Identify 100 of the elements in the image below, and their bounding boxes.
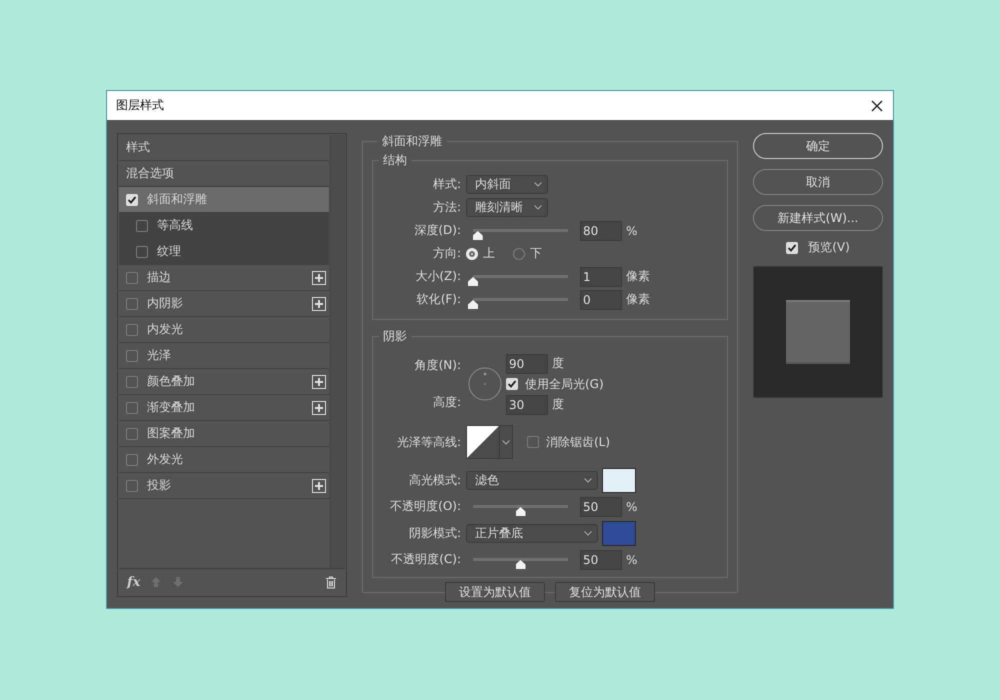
- checkbox[interactable]: [136, 246, 148, 258]
- field-label: 角度(N):: [414, 357, 462, 374]
- unit-label: %: [626, 552, 638, 566]
- effect-label: 内发光: [147, 321, 183, 338]
- add-icon[interactable]: [312, 374, 326, 388]
- ok-button[interactable]: 确定: [753, 133, 883, 159]
- add-icon[interactable]: [312, 270, 326, 284]
- checkbox[interactable]: [126, 350, 138, 362]
- effect-list-item[interactable]: 内阴影: [119, 291, 329, 317]
- field-label: 样式:: [432, 176, 462, 193]
- slider-thumb[interactable]: [468, 300, 478, 309]
- effect-list-item[interactable]: 颜色叠加: [119, 369, 329, 395]
- radio-option[interactable]: 上: [466, 245, 495, 262]
- number-field[interactable]: 50: [580, 550, 622, 570]
- slider-thumb[interactable]: [468, 277, 478, 286]
- effect-list-item[interactable]: 纹理: [119, 239, 329, 265]
- checkbox[interactable]: [126, 298, 138, 310]
- effect-label: 外发光: [147, 451, 183, 468]
- add-icon[interactable]: [312, 400, 326, 414]
- color-swatch[interactable]: [602, 520, 636, 546]
- effect-list-item[interactable]: 图案叠加: [119, 421, 329, 447]
- color-swatch[interactable]: [602, 468, 636, 492]
- group-title: 结构: [382, 152, 408, 169]
- caret-icon: [584, 478, 592, 482]
- field-label: 方法:: [432, 199, 462, 216]
- checkbox[interactable]: [126, 428, 138, 440]
- caret-icon: [502, 440, 510, 444]
- field-label: 高光模式:: [408, 472, 462, 488]
- field-label: 不透明度(C):: [390, 551, 462, 568]
- field-label: 高度:: [432, 394, 462, 411]
- number-field[interactable]: 30: [506, 394, 548, 414]
- field-label: 大小(Z):: [414, 268, 462, 285]
- cancel-button[interactable]: 取消: [753, 169, 883, 195]
- checkbox[interactable]: [126, 376, 138, 388]
- style-dropdown[interactable]: 内斜面: [466, 175, 548, 194]
- effect-list-item[interactable]: 内发光: [119, 317, 329, 343]
- close-icon[interactable]: [869, 98, 885, 114]
- caret-icon: [534, 182, 542, 187]
- checkbox[interactable]: [126, 402, 138, 414]
- effect-list-item[interactable]: 投影: [119, 473, 329, 499]
- unit-label: 像素: [626, 291, 650, 308]
- global-light-checkbox[interactable]: 使用全局光(G): [506, 376, 604, 392]
- effect-list-item[interactable]: 斜面和浮雕: [119, 187, 329, 213]
- default-button[interactable]: 设置为默认值: [445, 582, 545, 602]
- slider-thumb[interactable]: [516, 507, 526, 516]
- effect-label: 内阴影: [147, 295, 183, 312]
- caret-icon: [584, 530, 592, 536]
- window-title: 图层样式: [116, 97, 164, 114]
- unit-label: 像素: [626, 268, 650, 285]
- technique-dropdown[interactable]: 雕刻清晰: [466, 198, 548, 217]
- checkbox[interactable]: [126, 480, 138, 492]
- add-icon[interactable]: [312, 478, 326, 492]
- effects-button[interactable]: fx: [127, 574, 140, 590]
- effect-label: 斜面和浮雕: [147, 191, 207, 208]
- radio-option[interactable]: 下: [513, 245, 542, 262]
- number-field[interactable]: 0: [580, 290, 622, 310]
- effect-list-item[interactable]: 渐变叠加: [119, 395, 329, 421]
- field-label: 方向:: [432, 245, 462, 262]
- field-label: 阴影模式:: [408, 524, 462, 542]
- contour-picker[interactable]: [466, 425, 513, 459]
- number-field[interactable]: 90: [506, 354, 548, 374]
- field-label: 深度(D):: [413, 222, 462, 239]
- default-button[interactable]: 复位为默认值: [555, 582, 655, 602]
- unit-label: 度: [552, 355, 564, 372]
- effect-label: 渐变叠加: [147, 399, 195, 416]
- slider-thumb[interactable]: [472, 231, 483, 240]
- check-icon: [787, 242, 798, 252]
- unit-label: 度: [552, 396, 564, 413]
- move-up-icon[interactable]: [150, 576, 162, 588]
- checkbox[interactable]: [126, 324, 138, 336]
- add-icon[interactable]: [312, 296, 326, 310]
- blend-mode-dropdown[interactable]: 滤色: [466, 470, 598, 490]
- effect-list-item[interactable]: 光泽: [119, 343, 329, 369]
- blend-mode-dropdown[interactable]: 正片叠底: [466, 524, 598, 542]
- field-label: 软化(F):: [416, 291, 462, 308]
- effect-list-item[interactable]: 等高线: [119, 213, 329, 239]
- preview-checkbox[interactable]: 预览(V): [753, 239, 883, 256]
- effect-label: 等高线: [157, 217, 193, 234]
- effect-label: 光泽: [147, 347, 171, 364]
- angle-dial[interactable]: [468, 367, 502, 401]
- scrollbar-track[interactable]: [329, 135, 345, 568]
- effect-list-item[interactable]: 外发光: [119, 447, 329, 473]
- move-down-icon[interactable]: [172, 576, 184, 588]
- anti-alias-checkbox[interactable]: 消除锯齿(L): [527, 434, 610, 450]
- checkbox[interactable]: [126, 454, 138, 466]
- effect-label: 图案叠加: [147, 425, 195, 442]
- number-field[interactable]: 80: [580, 220, 622, 240]
- check-icon: [507, 379, 517, 389]
- effect-list-item[interactable]: 描边: [119, 265, 329, 291]
- number-field[interactable]: 50: [580, 496, 622, 516]
- effect-label: 描边: [147, 269, 171, 286]
- preview-square: [786, 300, 850, 364]
- trash-icon[interactable]: [325, 576, 337, 588]
- slider-thumb[interactable]: [516, 560, 526, 569]
- new-style-button[interactable]: 新建样式(W)...: [753, 205, 883, 231]
- checkbox[interactable]: [126, 272, 138, 284]
- checkbox[interactable]: [136, 220, 148, 232]
- effect-label: 投影: [147, 477, 171, 494]
- number-field[interactable]: 1: [580, 266, 622, 286]
- unit-label: %: [626, 224, 638, 238]
